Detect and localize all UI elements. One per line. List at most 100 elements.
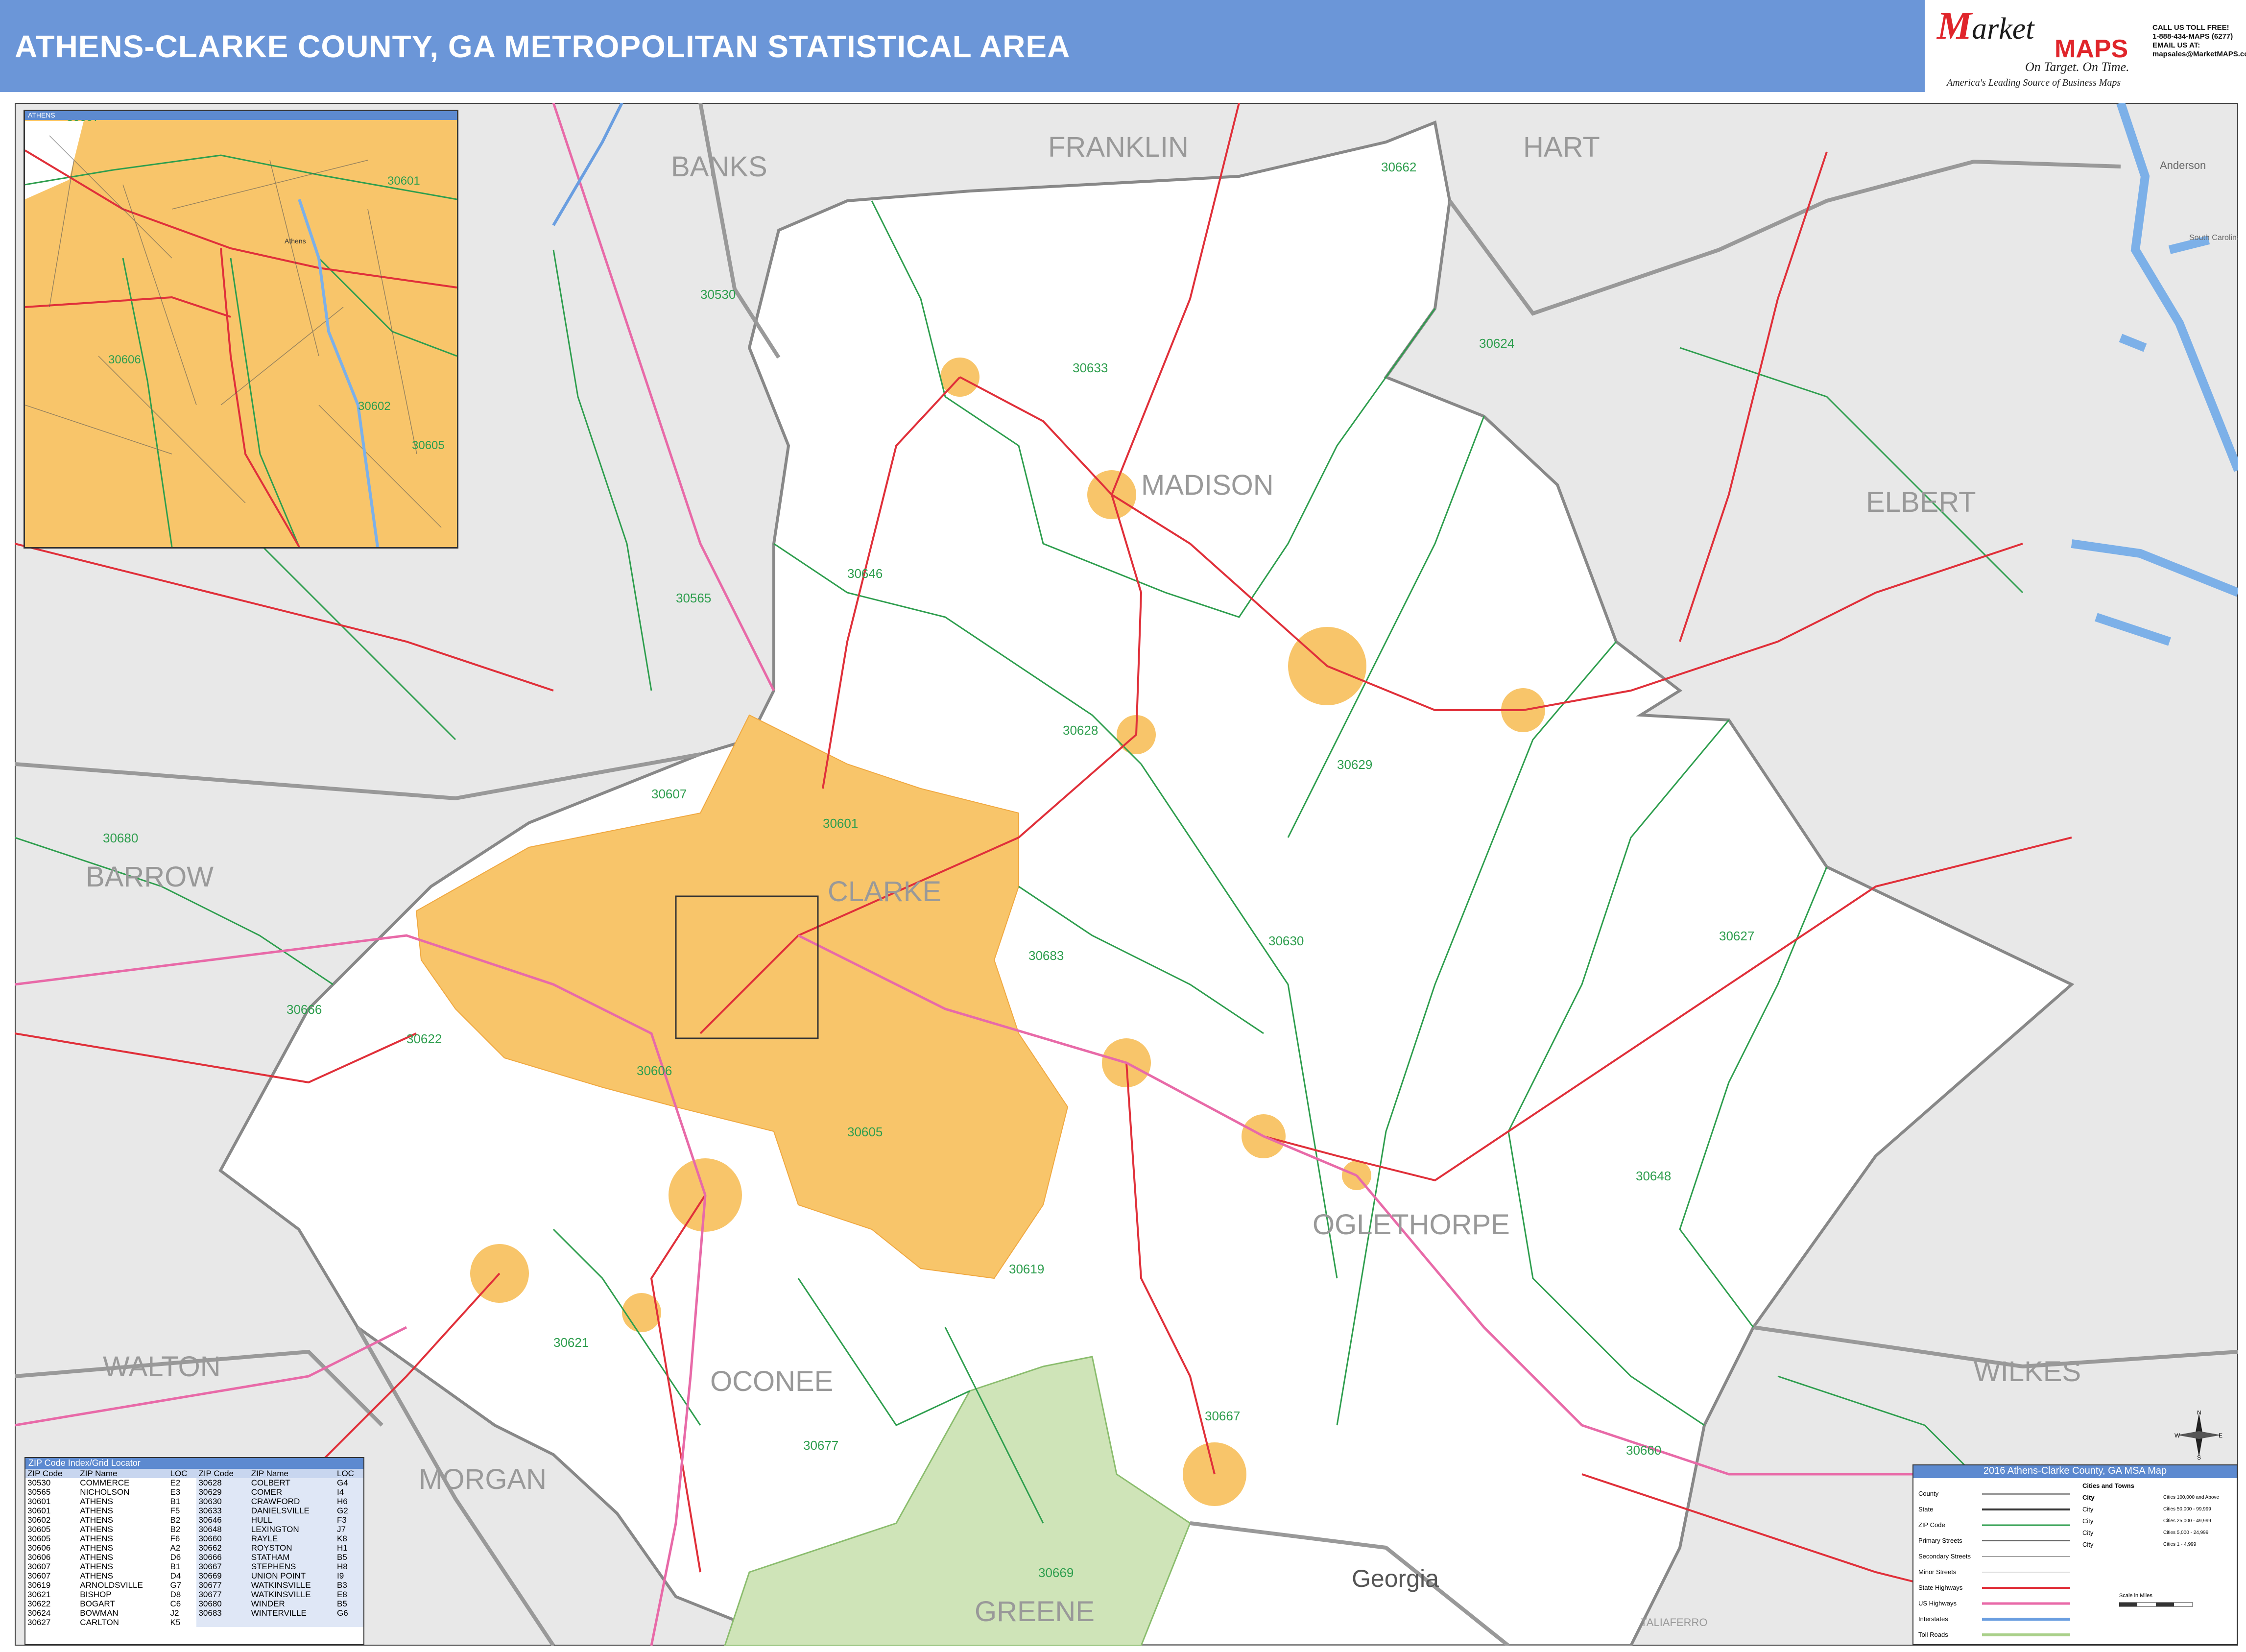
- zip-index-cell: 30621: [27, 1590, 51, 1599]
- zip-label: 30601: [823, 816, 858, 831]
- zip-label: 30633: [1073, 360, 1108, 375]
- brand-logo: Market: [1937, 4, 2034, 48]
- compass-rose: N W E S: [2174, 1411, 2222, 1460]
- zip-index-cell: H6: [335, 1497, 363, 1506]
- zip-index-cell: 30602: [27, 1515, 51, 1525]
- zip-index-cell: 30660: [196, 1534, 249, 1543]
- zip-index-cell: ATHENS: [80, 1515, 113, 1525]
- col-header: LOC: [335, 1469, 363, 1478]
- legend-city-label: City: [2082, 1517, 2094, 1525]
- brand-subtagline: America's Leading Source of Business Map…: [1947, 77, 2121, 88]
- zip-label: 30666: [287, 1002, 322, 1017]
- zip-index-cell: 30667: [196, 1562, 249, 1571]
- inset-zip-label: 30602: [358, 400, 391, 413]
- legend-item: Secondary Streets: [1918, 1553, 1971, 1560]
- zip-index-cell: ATHENS: [80, 1553, 113, 1562]
- col-header: ZIP Code: [196, 1469, 249, 1478]
- zip-index-cell: WATKINSVILLE: [249, 1590, 335, 1599]
- contact-line: EMAIL US AT:: [2152, 41, 2200, 49]
- zip-index-row: 30619 ARNOLDSVILLE G7 30677 WATKINSVILLE B3: [25, 1580, 363, 1590]
- legend-city-label: City: [2082, 1506, 2094, 1513]
- zip-index-cell: ARNOLDSVILLE: [80, 1580, 143, 1590]
- zip-index-cell: 30607: [27, 1571, 51, 1580]
- zip-index-row: 30607 ATHENS B1 30667 STEPHENS H8: [25, 1562, 363, 1571]
- zip-index-row: 30621 BISHOP D8 30677 WATKINSVILLE E8: [25, 1590, 363, 1599]
- legend-item: Primary Streets: [1918, 1537, 1962, 1544]
- county-label: WALTON: [103, 1351, 221, 1383]
- zip-index-cell: 30630: [196, 1497, 249, 1506]
- zip-index-header-row: ZIP Code ZIP Name LOC ZIP Code ZIP Name …: [25, 1469, 363, 1478]
- zip-index-cell: D6: [170, 1553, 181, 1562]
- zip-index-cell: 30627: [27, 1618, 51, 1627]
- zip-label: 30683: [1028, 948, 1064, 963]
- legend-item: Toll Roads: [1918, 1631, 1948, 1638]
- zip-label: 30530: [700, 287, 736, 302]
- zip-index-body: 30530 COMMERCE E2 30628 COLBERT G4 30565 NICHOL…: [25, 1478, 363, 1627]
- zip-index-cell: 30601: [27, 1506, 51, 1515]
- zip-index-cell: HULL: [249, 1515, 335, 1525]
- zip-index-cell: E3: [170, 1487, 181, 1497]
- contact-line: CALL US TOLL FREE!: [2152, 24, 2229, 32]
- zip-index-cell: K5: [170, 1618, 181, 1627]
- county-label: OCONEE: [710, 1365, 833, 1397]
- zip-index-cell: 30619: [27, 1580, 51, 1590]
- legend-title: 2016 Athens-Clarke County, GA MSA Map: [1913, 1465, 2237, 1478]
- legend-city-range: Cities 25,000 - 49,999: [2163, 1518, 2211, 1524]
- inset-river: [298, 199, 379, 547]
- legend-city-label: City: [2082, 1494, 2095, 1501]
- zip-index-cell: 30666: [196, 1553, 249, 1562]
- zip-label: 30628: [1063, 723, 1098, 738]
- county-label: HART: [1523, 131, 1600, 163]
- zip-index-panel: ZIP Code Index/Grid Locator ZIP Code ZIP…: [24, 1457, 364, 1645]
- county-label: MORGAN: [419, 1463, 547, 1495]
- zip-label: 30605: [847, 1125, 883, 1139]
- zip-index-cell: F3: [335, 1515, 363, 1525]
- zip-index-row: 30565 NICHOLSON E3 30629 COMER I4: [25, 1487, 363, 1497]
- county-label: MADISON: [1141, 469, 1274, 501]
- legend-city-range: Cities 5,000 - 24,999: [2163, 1530, 2209, 1535]
- col-header: ZIP Name: [78, 1469, 168, 1478]
- zip-index-row: 30607 ATHENS D4 30669 UNION POINT I9: [25, 1571, 363, 1580]
- athens-inset-map[interactable]: ATHENS 30607 30601 30606 30602 30605 Ath…: [24, 110, 458, 549]
- brand-contact: CALL US TOLL FREE! 1-888-434-MAPS (6277)…: [2152, 24, 2246, 59]
- zip-label: 30624: [1479, 336, 1514, 351]
- zip-label: 30660: [1626, 1443, 1661, 1458]
- legend-scale-label: Scale in Miles: [2119, 1593, 2152, 1599]
- zip-index-cell: 30633: [196, 1506, 249, 1515]
- zip-index-cell: COMMERCE: [80, 1478, 130, 1487]
- zip-index-cell: I4: [335, 1487, 363, 1497]
- zip-index-cell: 30606: [27, 1543, 51, 1553]
- zip-index-cell: F6: [170, 1534, 180, 1543]
- place-label: South Carolina: [2189, 234, 2238, 242]
- zip-index-cell: J7: [335, 1525, 363, 1534]
- zip-index-cell: [335, 1618, 363, 1627]
- zip-label: 30619: [1009, 1262, 1044, 1276]
- legend-city-label: City: [2082, 1541, 2094, 1548]
- legend-item: Minor Streets: [1918, 1568, 1957, 1576]
- county-label: OGLETHORPE: [1313, 1209, 1510, 1241]
- county-label: ELBERT: [1866, 486, 1976, 518]
- inset-zip-label: 30601: [387, 174, 420, 188]
- zip-index-cell: ATHENS: [80, 1506, 113, 1515]
- zip-label: 30621: [553, 1335, 589, 1350]
- zip-index-cell: 30530: [27, 1478, 51, 1487]
- zip-index-row: 30605 ATHENS B2 30648 LEXINGTON J7: [25, 1525, 363, 1534]
- brand-logo-text: arket: [1972, 12, 2034, 46]
- zip-index-cell: 30601: [27, 1497, 51, 1506]
- legend-item: US Highways: [1918, 1600, 1957, 1607]
- zip-index-cell: ATHENS: [80, 1562, 113, 1571]
- zip-index-cell: DANIELSVILLE: [249, 1506, 335, 1515]
- zip-index-row: 30602 ATHENS B2 30646 HULL F3: [25, 1515, 363, 1525]
- zip-index-cell: 30606: [27, 1553, 51, 1562]
- col-header: ZIP Code: [25, 1469, 78, 1478]
- legend-item: State Highways: [1918, 1584, 1963, 1591]
- zip-label: 30607: [651, 787, 687, 801]
- zip-index-cell: E2: [170, 1478, 181, 1487]
- zip-index-cell: E8: [335, 1590, 363, 1599]
- zip-index-cell: 30605: [27, 1534, 51, 1543]
- zip-index-row: 30606 ATHENS A2 30662 ROYSTON H1: [25, 1543, 363, 1553]
- zip-index-cell: WATKINSVILLE: [249, 1580, 335, 1590]
- state-label: Georgia: [1352, 1565, 1439, 1592]
- compass-e: E: [2219, 1432, 2222, 1439]
- zip-index-cell: UNION POINT: [249, 1571, 335, 1580]
